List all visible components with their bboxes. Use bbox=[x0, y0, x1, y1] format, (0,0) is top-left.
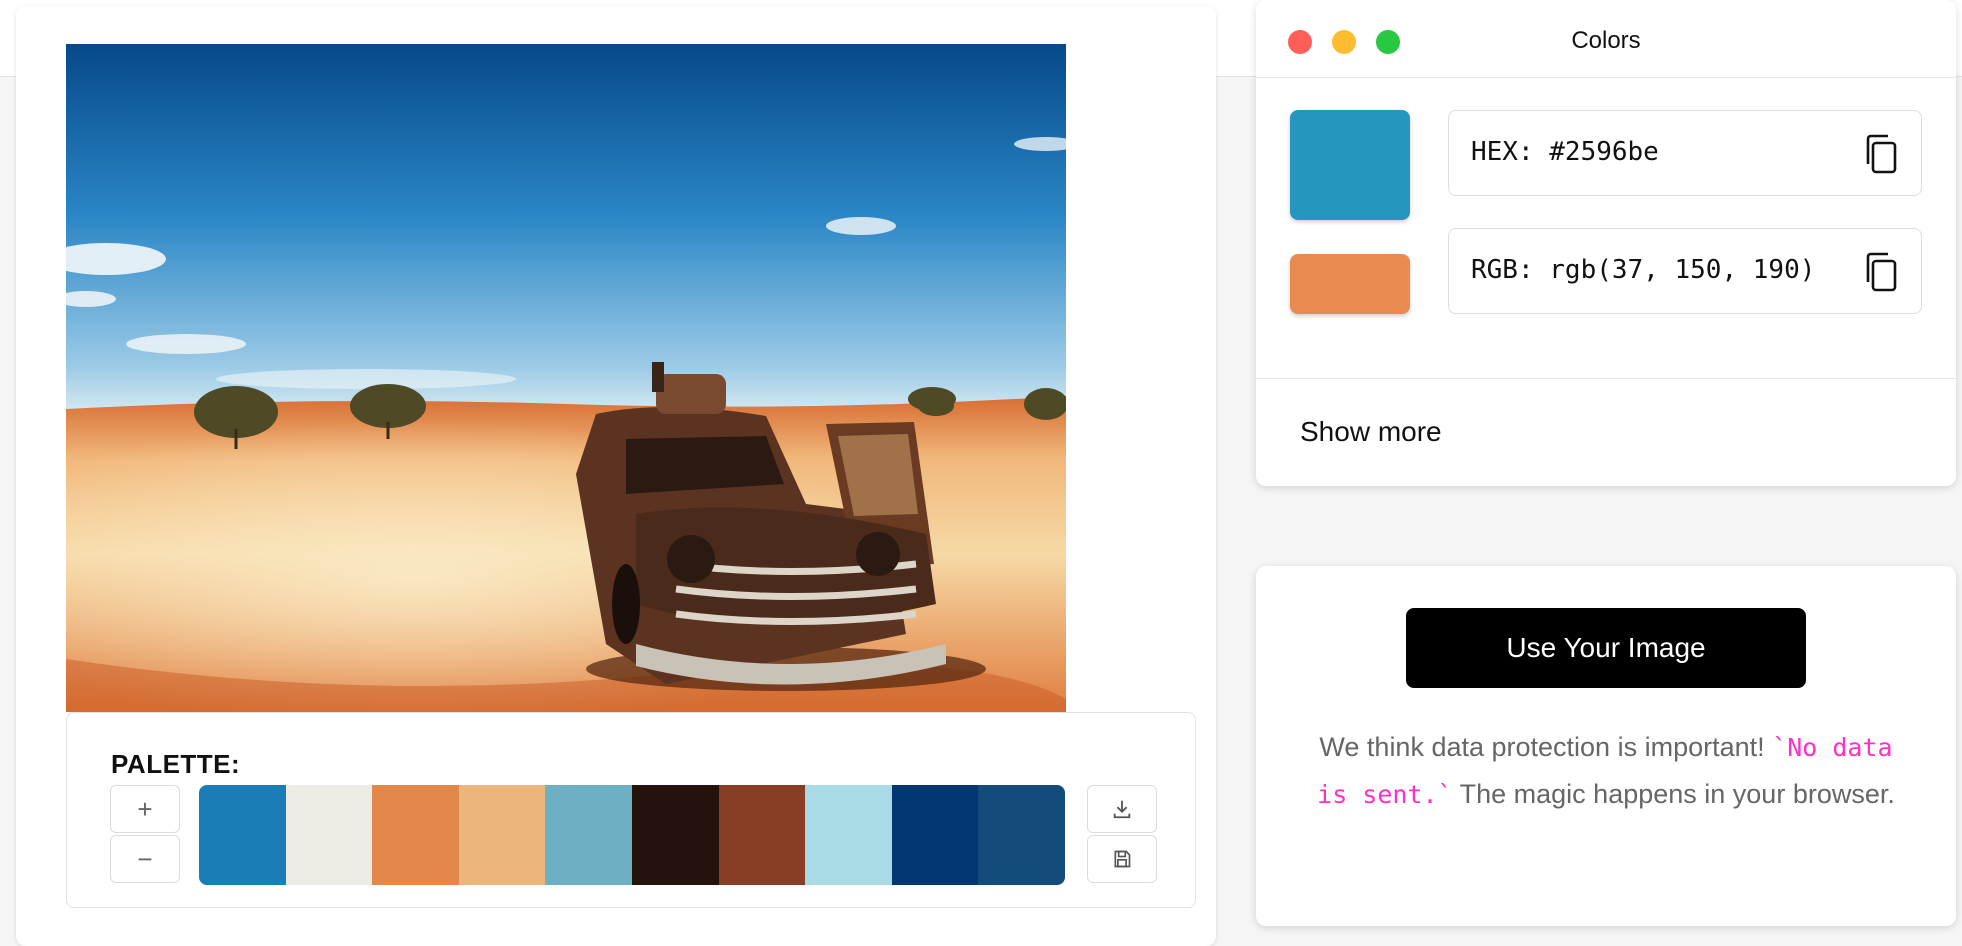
notice-prefix: We think data protection is important! bbox=[1319, 732, 1765, 762]
palette-swatch[interactable] bbox=[545, 785, 632, 885]
palette-swatches bbox=[199, 785, 1065, 885]
hex-value: HEX: #2596be bbox=[1471, 137, 1659, 167]
remove-color-button[interactable]: − bbox=[110, 835, 180, 883]
palette-panel: PALETTE: + − bbox=[66, 712, 1196, 908]
palette-swatch[interactable] bbox=[891, 785, 979, 885]
rgb-field[interactable]: RGB: rgb(37, 150, 190) bbox=[1448, 228, 1922, 314]
download-icon bbox=[1113, 800, 1131, 819]
notice-suffix: The magic happens in your browser. bbox=[1459, 779, 1895, 809]
upload-card: Use Your Image We think data protection … bbox=[1256, 566, 1956, 926]
divider bbox=[1256, 378, 1956, 379]
palette-swatch[interactable] bbox=[978, 785, 1065, 885]
colors-window: Colors HEX: #2596be RGB: rgb(37, 150, 19… bbox=[1256, 0, 1956, 486]
minus-icon: − bbox=[137, 843, 153, 874]
hex-field[interactable]: HEX: #2596be bbox=[1448, 110, 1922, 196]
palette-swatch[interactable] bbox=[285, 785, 373, 885]
use-your-image-button[interactable]: Use Your Image bbox=[1406, 608, 1806, 688]
palette-swatch[interactable] bbox=[372, 785, 459, 885]
window-title: Colors bbox=[1571, 27, 1641, 54]
palette-swatch[interactable] bbox=[458, 785, 546, 885]
palette-title: PALETTE: bbox=[111, 749, 241, 779]
palette-swatch[interactable] bbox=[199, 785, 286, 885]
palette-swatch[interactable] bbox=[718, 785, 806, 885]
privacy-notice: We think data protection is important! `… bbox=[1316, 724, 1896, 818]
save-palette-button[interactable] bbox=[1087, 835, 1157, 883]
add-color-button[interactable]: + bbox=[110, 785, 180, 833]
show-more-link[interactable]: Show more bbox=[1300, 416, 1442, 448]
rgb-value: RGB: rgb(37, 150, 190) bbox=[1471, 255, 1816, 285]
save-icon bbox=[1114, 850, 1131, 868]
palette-swatch[interactable] bbox=[805, 785, 892, 885]
plus-icon: + bbox=[137, 793, 153, 824]
source-photo bbox=[66, 44, 1066, 712]
window-titlebar: Colors bbox=[1256, 0, 1956, 78]
selected-color-swatch[interactable] bbox=[1290, 110, 1410, 220]
palette-swatch[interactable] bbox=[631, 785, 719, 885]
copy-rgb-icon[interactable] bbox=[1863, 251, 1899, 293]
copy-hex-icon[interactable] bbox=[1863, 133, 1899, 175]
image-card: PALETTE: + − bbox=[16, 6, 1216, 946]
download-palette-button[interactable] bbox=[1087, 785, 1157, 833]
secondary-color-swatch[interactable] bbox=[1290, 254, 1410, 314]
